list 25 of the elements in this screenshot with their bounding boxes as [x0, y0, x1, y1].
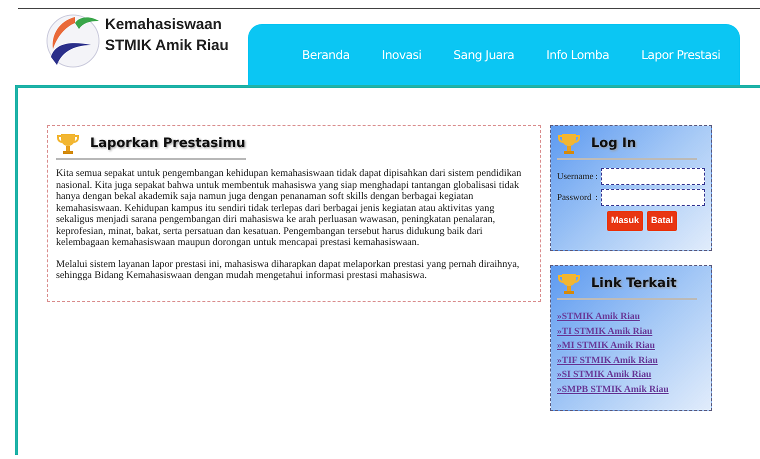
- form-button[interactable]: Batal: [647, 211, 678, 230]
- form-button[interactable]: Masuk: [607, 211, 644, 230]
- field-label: Username: [557, 170, 594, 183]
- brand-subtitle: STMIK Amik Riau: [105, 36, 229, 55]
- section-title: Laporkan Prestasimu: [90, 135, 246, 154]
- trophy-icon: [557, 272, 581, 296]
- link[interactable]: »TIF STMIK Amik Riau: [557, 354, 705, 368]
- link[interactable]: »SI STMIK Amik Riau: [557, 368, 705, 382]
- link[interactable]: »STMIK Amik Riau: [557, 310, 705, 324]
- link[interactable]: »SMPB STMIK Amik Riau: [557, 382, 705, 397]
- link[interactable]: »MI STMIK Amik Riau: [557, 339, 705, 354]
- logo-icon: [45, 13, 101, 69]
- paragraph: Melalui sistem layanan lapor prestasi ini, mahasiswa diharapkan dapat melaporkan prestasi yang pernah diraihnya, sehingga Bidang Kemahasiswaan dengan mudah mengetahui informasi prestasi mahasiswa.: [56, 258, 520, 282]
- brand-title: Kemahasiswaan: [105, 15, 223, 34]
- separator-text: :: [595, 190, 599, 204]
- panel-title: Link Terkait: [591, 275, 677, 294]
- link[interactable]: »TI STMIK Amik Riau: [557, 324, 705, 339]
- trophy-icon: [557, 132, 581, 156]
- trophy-icon: [56, 132, 80, 156]
- separator-text: :: [595, 170, 599, 183]
- input-field[interactable]: [601, 189, 705, 206]
- panel-title: Log In: [591, 135, 636, 154]
- paragraph: Kita semua sepakat untuk pengembangan kehidupan kemahasiswaan tidak dapat dipisahkan dari sistem pendidikan nasional. Kita juga sepakat bahwa untuk membentuk mahasiswa yang siap menghadapi tantangan globalisasi tidak hanya dengan bekal akademik saja namun juga dengan penanaman soft skills dengan berbagai kegiatan kemahasiswaan. Kehidupan kampus itu sendiri tidak terlepas dari berbagai jenis kegiatan atau aktivitas yang sekaligus menjadi sarana pengembangan diri mahasiswa ke arah perluasan wawasan, peningkatan penalaran, keprofesian, minat, bakat, serta persatuan dan kesatuan. Pengembangan tersebut harus didukung baik dari kelembagaan kemahasiswaan maupun dorongan untuk mencapai prestasi kemahasiswaan.: [56, 168, 522, 248]
- input-field[interactable]: [601, 168, 705, 185]
- field-label: Password: [557, 190, 593, 204]
